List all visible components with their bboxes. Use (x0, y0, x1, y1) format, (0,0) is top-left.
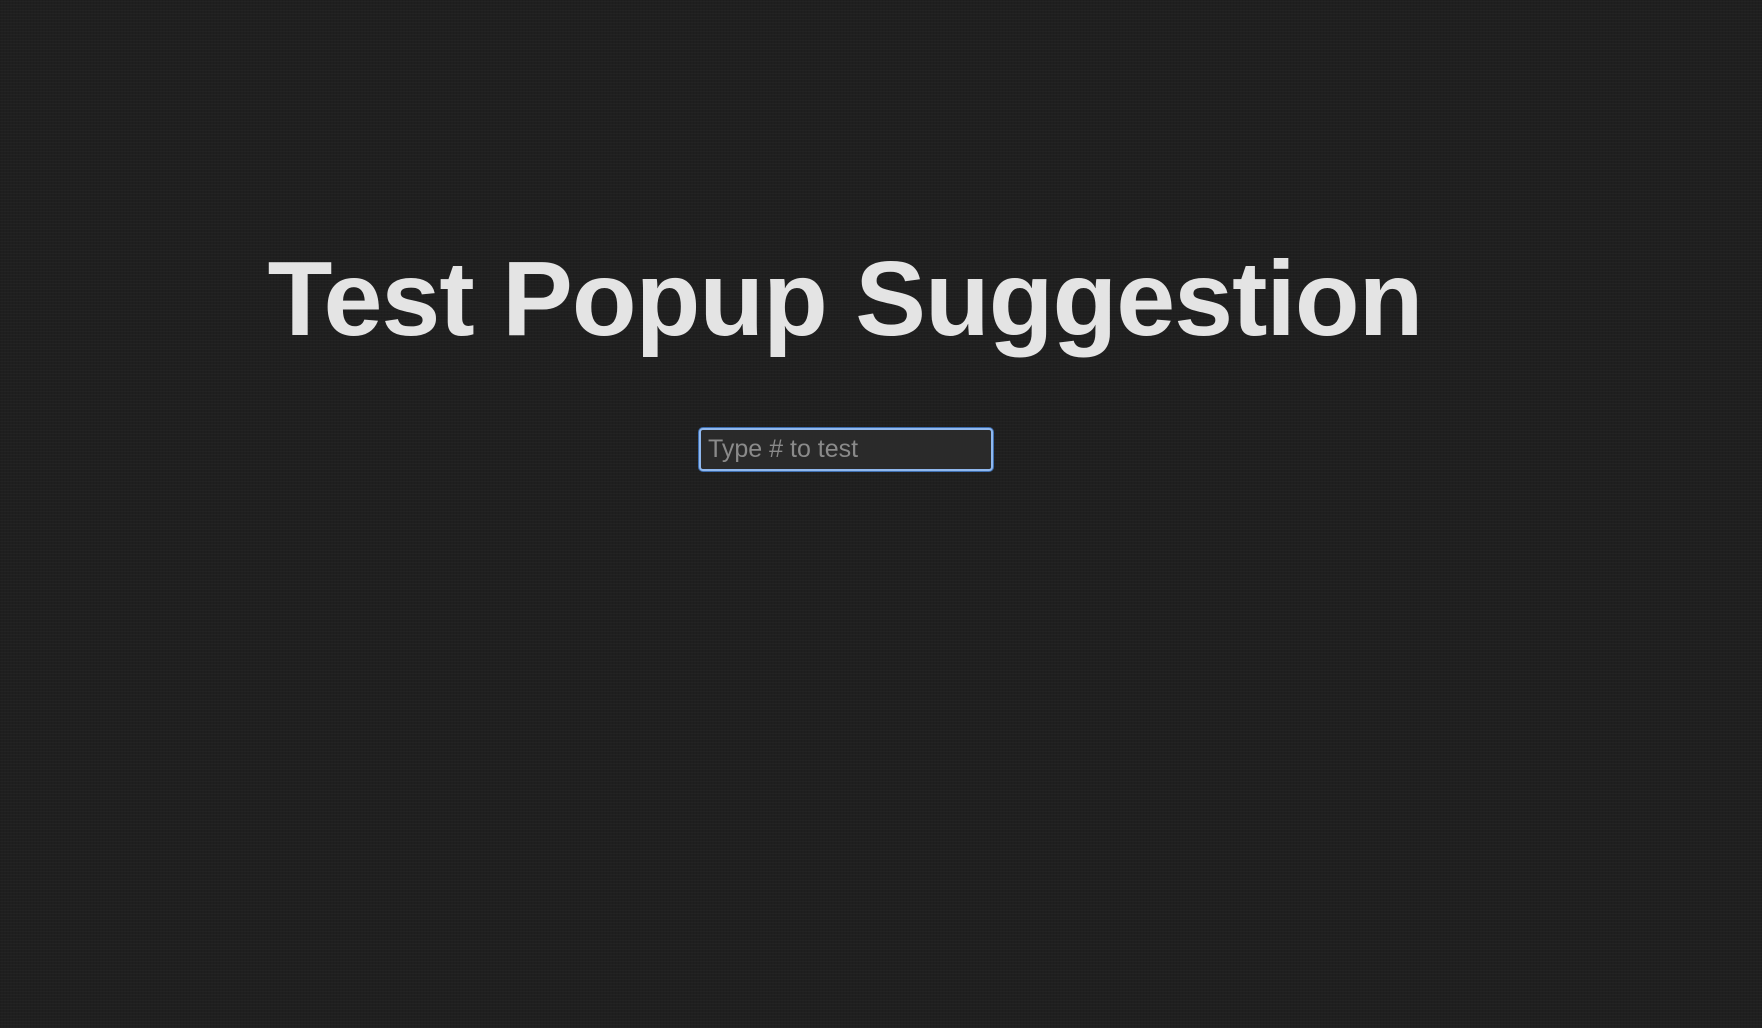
page-title: Test Popup Suggestion (267, 240, 1424, 358)
page-canvas: Test Popup Suggestion (0, 0, 1762, 1028)
test-input[interactable] (699, 428, 993, 471)
